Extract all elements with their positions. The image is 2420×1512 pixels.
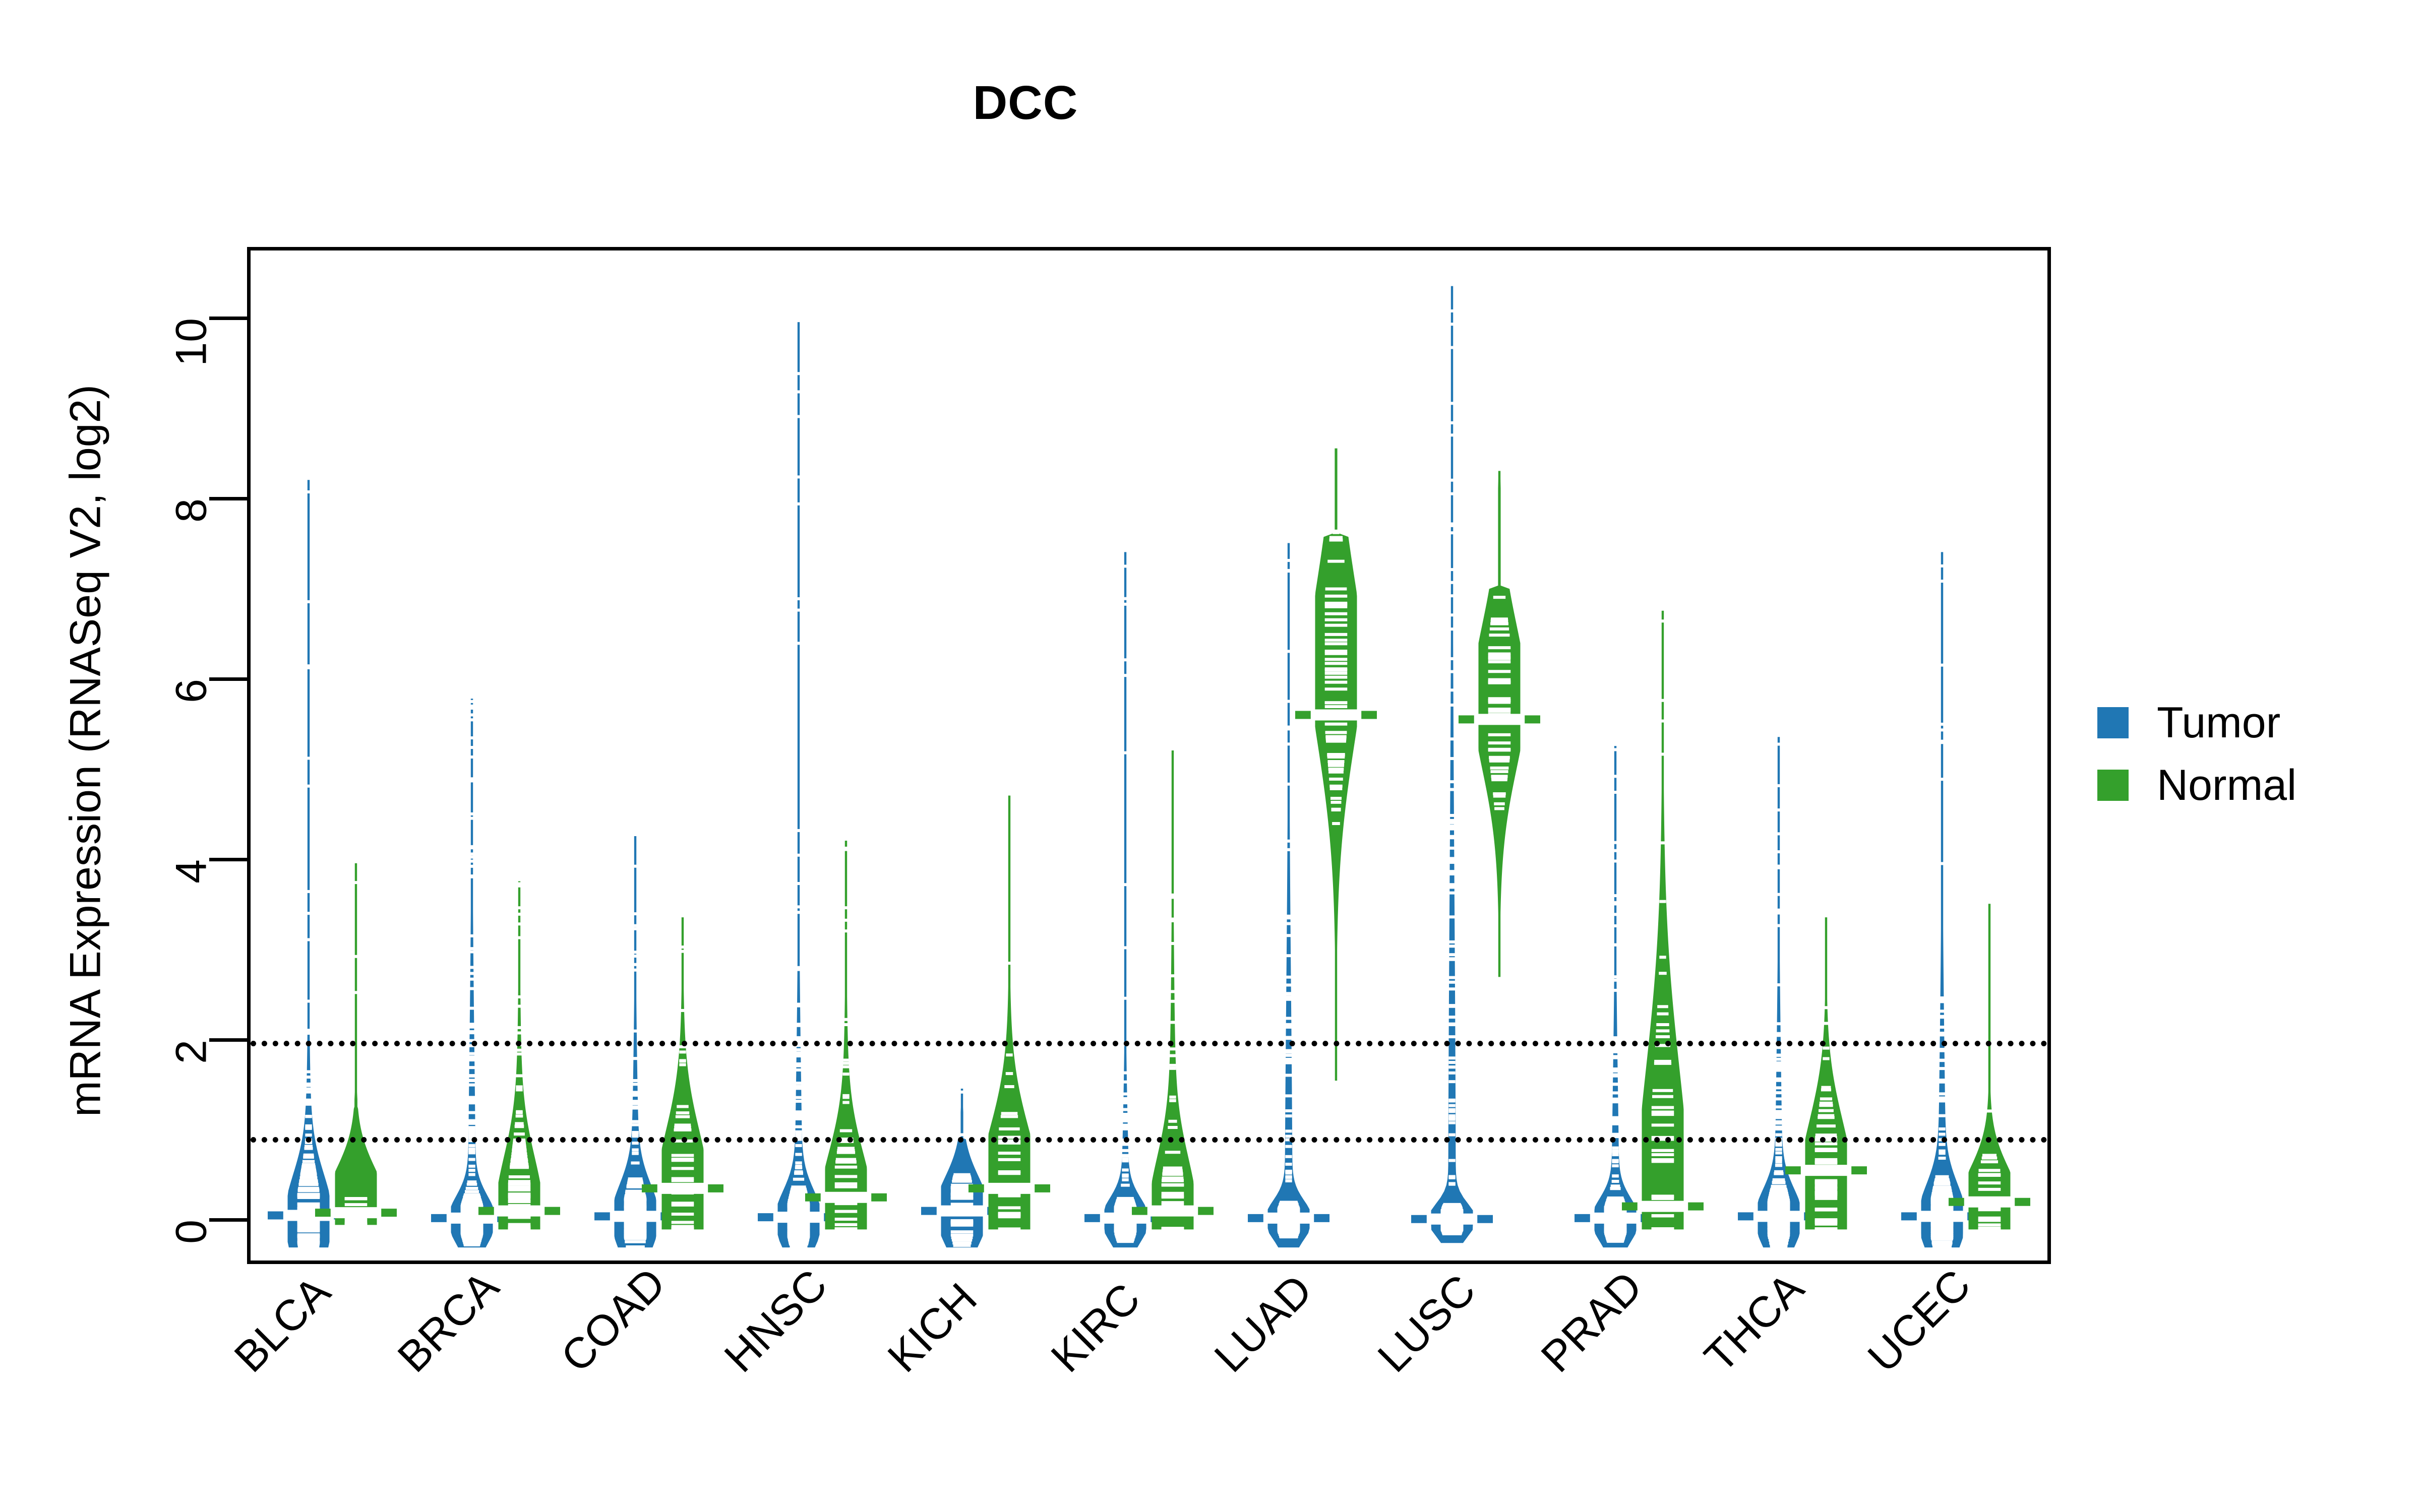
legend-swatch-tumor xyxy=(2097,707,2129,738)
chart-root: DCC mRNA Expression (RNASeq V2, log2) 0 2… xyxy=(0,0,2420,1512)
violin-normal-prad xyxy=(1621,610,1704,1231)
x-tick-label-luad: LUAD xyxy=(1205,1265,1321,1382)
violin-tumor-ucec xyxy=(1901,552,1983,1249)
x-tick-label-kirc: KIRC xyxy=(1042,1274,1150,1382)
reference-line-1 xyxy=(251,1137,2047,1143)
y-tick-label: 0 xyxy=(167,1220,216,1244)
x-tick-label-prad: PRAD xyxy=(1532,1262,1652,1382)
violin-normal-luad xyxy=(1295,448,1377,1081)
x-tick-label-brca: BRCA xyxy=(388,1262,508,1382)
reference-line-0 xyxy=(251,1040,2047,1046)
legend-item-normal: Normal xyxy=(2097,761,2297,809)
legend-label-tumor: Tumor xyxy=(2157,699,2281,747)
violin-normal-kirc xyxy=(1131,750,1214,1231)
violin-tumor-brca xyxy=(431,696,513,1248)
violin-normal-ucec xyxy=(1948,904,2030,1231)
y-axis-label: mRNA Expression (RNASeq V2, log2) xyxy=(61,385,110,1117)
violin-normal-coad xyxy=(641,917,723,1231)
plot-panel xyxy=(247,247,2051,1264)
violin-normal-kich xyxy=(968,795,1050,1231)
x-tick-label-blca: BLCA xyxy=(225,1267,340,1382)
violin-tumor-blca xyxy=(268,480,350,1249)
violin-canvas xyxy=(268,286,2030,1249)
page-title: DCC xyxy=(973,76,1078,130)
x-tick-label-kich: KICH xyxy=(878,1274,986,1382)
y-tick-label: 2 xyxy=(167,1039,216,1064)
x-tick-label-lusc: LUSC xyxy=(1368,1265,1485,1382)
y-tick-label: 10 xyxy=(167,318,216,366)
violin-normal-hnsc xyxy=(805,840,887,1231)
violin-normal-brca xyxy=(478,881,560,1231)
violin-normal-lusc xyxy=(1458,471,1540,977)
legend-label-normal: Normal xyxy=(2157,761,2297,809)
violin-tumor-hnsc xyxy=(758,322,840,1249)
violin-tumor-kirc xyxy=(1084,552,1167,1248)
legend-swatch-normal xyxy=(2097,770,2129,801)
y-tick-label: 6 xyxy=(167,678,216,703)
x-tick-label-coad: COAD xyxy=(552,1258,675,1382)
y-tick-label: 8 xyxy=(167,498,216,523)
x-tick-label-hnsc: HNSC xyxy=(715,1260,836,1382)
legend: Tumor Normal xyxy=(2097,699,2297,828)
x-tick-label-thca: THCA xyxy=(1695,1264,1813,1382)
x-tick-label-ucec: UCEC xyxy=(1858,1260,1980,1382)
violin-normal-thca xyxy=(1785,917,1867,1231)
y-tick-label: 4 xyxy=(167,859,216,884)
legend-item-tumor: Tumor xyxy=(2097,699,2296,747)
violin-tumor-lusc xyxy=(1411,286,1493,1243)
